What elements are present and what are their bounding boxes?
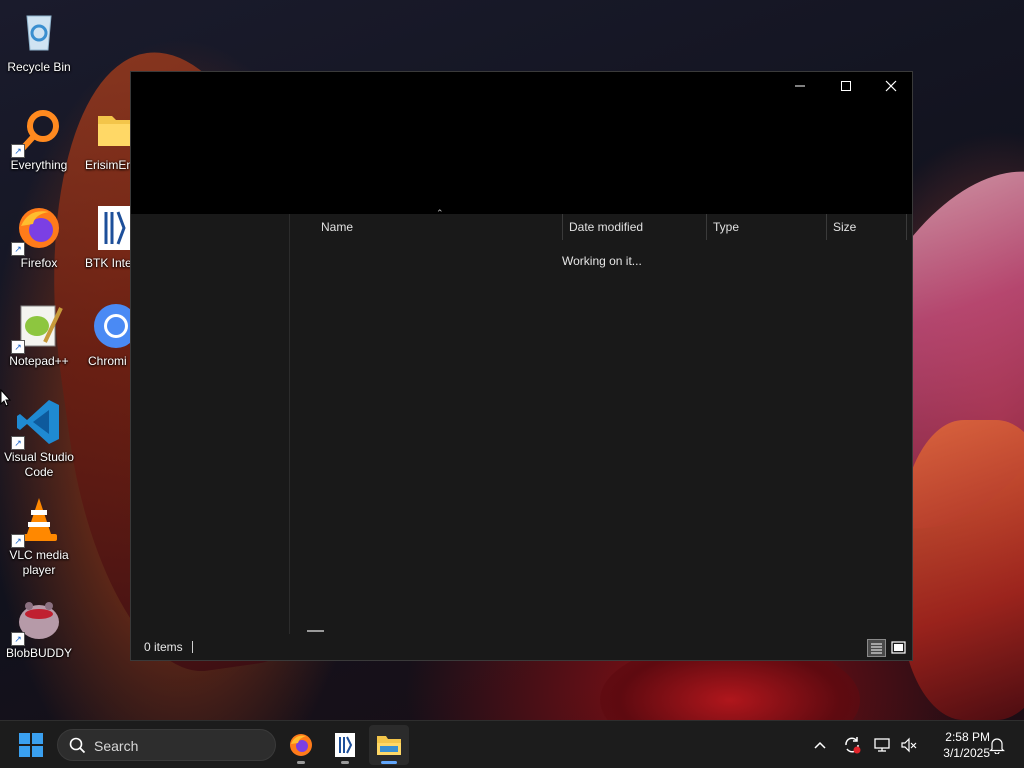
column-headers: Name ⌃ Date modified Type Size <box>290 208 912 240</box>
file-list-pane[interactable]: Name ⌃ Date modified Type Size Working o… <box>290 208 912 634</box>
details-view-icon <box>871 643 882 654</box>
shortcut-arrow-icon: ↗ <box>11 436 25 450</box>
recycle-bin-icon <box>15 8 63 56</box>
chromium-icon <box>92 302 132 350</box>
everything-icon: ↗ <box>11 106 63 158</box>
tray-sync-status[interactable] <box>839 721 865 768</box>
shortcut-arrow-icon: ↗ <box>11 340 25 354</box>
item-count: 0 items <box>144 640 183 654</box>
chevron-up-icon <box>814 741 826 749</box>
desktop-icon-vlc[interactable]: ↗ VLC media player <box>0 496 78 578</box>
running-indicator <box>341 761 349 764</box>
minimize-icon <box>795 85 805 87</box>
btk-akademi-icon <box>335 733 355 757</box>
loading-message: Working on it... <box>562 254 642 268</box>
file-explorer-icon <box>377 736 401 755</box>
column-header-type[interactable]: Type <box>707 214 826 240</box>
wallpaper-shape <box>900 420 1024 720</box>
notepad-plus-plus-icon: ↗ <box>11 302 63 354</box>
maximize-button[interactable] <box>823 72 869 100</box>
desktop-icon-recycle-bin[interactable]: Recycle Bin <box>0 8 78 75</box>
show-hidden-icons-button[interactable] <box>808 721 832 768</box>
taskbar-app-btk-akademi[interactable] <box>325 725 365 765</box>
firefox-icon: ↗ <box>11 204 63 256</box>
blobbuddy-icon: ↗ <box>11 594 63 646</box>
close-icon <box>885 80 897 92</box>
volume-muted-icon <box>901 737 917 753</box>
folder-icon <box>94 106 132 154</box>
search-label: Search <box>94 738 139 754</box>
maximize-icon <box>841 81 851 91</box>
notifications-button[interactable] <box>986 721 1008 768</box>
desktop-icon-erisimen[interactable]: ErisimEn <box>74 106 132 173</box>
start-button[interactable] <box>19 733 43 757</box>
minimize-button[interactable] <box>777 72 823 100</box>
mouse-cursor-icon <box>0 388 12 412</box>
horizontal-scrollbar[interactable] <box>307 630 324 632</box>
tray-volume[interactable] <box>897 721 921 768</box>
bell-icon <box>989 737 1005 754</box>
desktop-icon-label: Visual Studio Code <box>4 450 74 479</box>
desktop-icon-label: Firefox <box>20 256 58 270</box>
sort-ascending-icon: ⌃ <box>436 208 444 218</box>
taskbar-app-firefox[interactable] <box>281 725 321 765</box>
large-icons-view-button[interactable] <box>889 639 908 657</box>
desktop-icon-label: Recycle Bin <box>7 60 71 74</box>
column-header-date-modified[interactable]: Date modified <box>563 214 706 240</box>
taskbar-clock[interactable]: 2:58 PM 3/1/2025 <box>924 729 990 761</box>
clock-time: 2:58 PM <box>945 730 990 744</box>
vlc-cone-icon: ↗ <box>11 496 63 548</box>
desktop-icon-label: BlobBUDDY <box>5 646 73 660</box>
desktop-icon-btk[interactable]: BTK Inter Agi <box>74 204 132 271</box>
running-indicator <box>297 761 305 764</box>
sync-icon <box>845 737 861 754</box>
desktop-icon-notepadpp[interactable]: ↗ Notepad++ <box>0 302 78 369</box>
windows-logo-icon <box>19 733 43 757</box>
shortcut-arrow-icon: ↗ <box>11 534 25 548</box>
details-view-button[interactable] <box>867 639 886 657</box>
network-icon <box>874 738 890 752</box>
firefox-icon <box>290 734 312 756</box>
taskbar: Search 2:58 PM 3/1/2025 <box>0 720 1024 768</box>
taskbar-app-file-explorer[interactable] <box>369 725 409 765</box>
desktop-icon-firefox[interactable]: ↗ Firefox <box>0 204 78 271</box>
column-header-size[interactable]: Size <box>827 214 906 240</box>
large-icons-view-icon <box>891 641 906 654</box>
clock-date: 3/1/2025 <box>943 746 990 760</box>
shortcut-arrow-icon: ↗ <box>11 242 25 256</box>
tray-network[interactable] <box>871 721 895 768</box>
status-divider <box>192 641 193 653</box>
desktop-icon-label: Notepad++ <box>9 354 69 368</box>
desktop-icon-label: BTK Inter Agi <box>85 256 132 270</box>
desktop-icon-label: VLC media player <box>9 548 69 577</box>
desktop-icon-label: Chromi <box>88 354 127 368</box>
column-divider[interactable] <box>906 214 907 240</box>
close-button[interactable] <box>868 72 914 100</box>
status-bar: 0 items <box>131 634 912 660</box>
title-bar[interactable] <box>131 72 912 214</box>
shortcut-arrow-icon: ↗ <box>11 632 25 646</box>
navigation-pane[interactable] <box>131 214 290 634</box>
btk-akademi-icon <box>92 204 132 252</box>
active-indicator <box>381 761 397 764</box>
desktop-icon-label: Everything <box>10 158 68 172</box>
desktop-icon-chromium[interactable]: Chromi <box>74 302 132 369</box>
file-explorer-window[interactable]: Name ⌃ Date modified Type Size Working o… <box>130 71 913 661</box>
search-icon <box>69 737 86 754</box>
desktop-icon-label: ErisimEn <box>85 158 132 172</box>
shortcut-arrow-icon: ↗ <box>11 144 25 158</box>
taskbar-search-box[interactable]: Search <box>57 729 276 761</box>
desktop-icon-blobbuddy[interactable]: ↗ BlobBUDDY <box>0 594 78 661</box>
visual-studio-code-icon: ↗ <box>11 398 63 450</box>
desktop-icon-everything[interactable]: ↗ Everything <box>0 106 78 173</box>
